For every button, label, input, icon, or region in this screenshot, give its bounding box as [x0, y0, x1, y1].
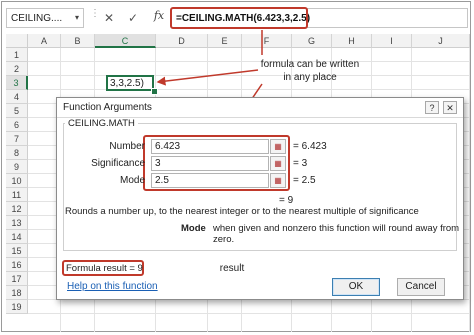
mode-argument-description: when given and nonzero this function wil… — [213, 223, 460, 245]
arg-label-mode: Mode — [119, 175, 145, 186]
dialog-title: Function Arguments — [63, 102, 152, 113]
result-note: result — [219, 263, 245, 274]
significance-input[interactable]: 3 — [151, 156, 269, 171]
collapse-dialog-icon[interactable]: ▦ — [270, 156, 286, 171]
close-icon[interactable]: ✕ — [443, 101, 457, 114]
help-icon[interactable]: ? — [425, 101, 439, 114]
collapse-dialog-icon[interactable]: ▦ — [270, 139, 286, 154]
arg-label-significance: Significance — [91, 158, 145, 169]
function-arguments-dialog: Function Arguments ? ✕ CEILING.MATH Numb… — [56, 97, 464, 300]
collapse-dialog-icon[interactable]: ▦ — [270, 173, 286, 188]
arrow-to-cell — [156, 69, 259, 86]
help-link[interactable]: Help on this function — [67, 281, 158, 292]
arg-value-number: = 6.423 — [293, 141, 327, 152]
arg-value-significance: = 3 — [293, 158, 308, 169]
mode-input[interactable]: 2.5 — [151, 173, 269, 188]
formula-result: Formula result = 9 — [66, 263, 143, 274]
arg-label-number: Number — [109, 141, 145, 152]
ok-button[interactable]: OK — [332, 278, 380, 296]
dialog-title-bar[interactable]: Function Arguments ? ✕ — [57, 98, 463, 118]
function-name: CEILING.MATH — [65, 118, 138, 129]
function-result-preview: = 9 — [279, 195, 294, 206]
number-input[interactable]: 6.423 — [151, 139, 269, 154]
mode-argument-label: Mode — [181, 223, 206, 234]
cancel-button[interactable]: Cancel — [397, 278, 445, 296]
arg-value-mode: = 2.5 — [293, 175, 316, 186]
function-description: Rounds a number up, to the nearest integ… — [65, 206, 419, 217]
